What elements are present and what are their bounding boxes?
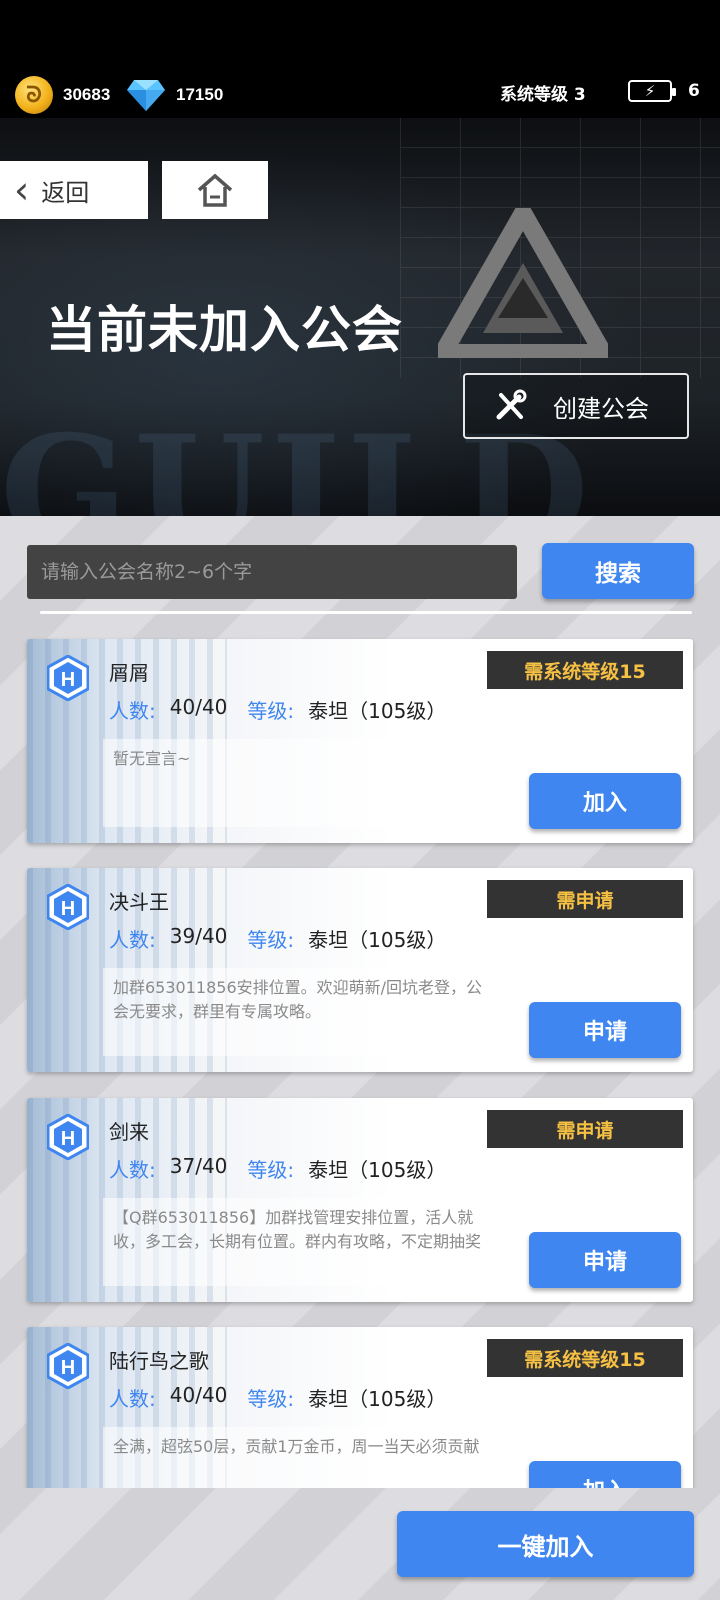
back-label: 返回 <box>41 178 90 207</box>
guild-name: 剑来 <box>109 1120 149 1144</box>
list-divider <box>40 611 692 614</box>
members-label: 人数: <box>109 928 156 952</box>
join-requirement-badge: 需申请 <box>487 1110 683 1148</box>
svg-text:H: H <box>61 669 75 691</box>
members-count: 37/40 <box>169 1154 228 1178</box>
guild-stats: 人数: 40/40 等级: 泰坦（105级） <box>109 695 466 724</box>
members-count: 40/40 <box>169 695 228 719</box>
members-label: 人数: <box>109 699 156 723</box>
guild-card: H 屑屑 人数: 40/40 等级: 泰坦（105级） 需系统等级15 暂无宣言… <box>27 639 693 843</box>
guild-stats: 人数: 40/40 等级: 泰坦（105级） <box>109 1383 466 1412</box>
guild-level: 泰坦（105级） <box>308 1387 447 1411</box>
guild-search-input[interactable] <box>27 545 517 599</box>
system-level: 系统等级 3 <box>500 85 586 105</box>
create-guild-label: 创建公会 <box>553 394 649 423</box>
page-title: 当前未加入公会 <box>46 300 403 359</box>
level-label: 等级: <box>247 1387 295 1411</box>
gold-amount: 30683 <box>63 85 111 104</box>
home-button[interactable] <box>162 161 268 219</box>
svg-text:H: H <box>61 898 75 920</box>
energy-amount: 6 <box>688 81 700 101</box>
back-button[interactable]: ‹ 返回 <box>0 161 148 219</box>
battery-lightning-icon: ⚡ <box>628 80 676 102</box>
guild-declaration: 暂无宣言~ <box>103 739 423 827</box>
join-button[interactable]: 加入 <box>529 773 681 829</box>
guild-list[interactable]: H 屑屑 人数: 40/40 等级: 泰坦（105级） 需系统等级15 暂无宣言… <box>0 616 720 1488</box>
guild-shield-icon: H <box>47 1114 89 1160</box>
join-requirement-badge: 需申请 <box>487 880 683 918</box>
chevron-left-icon: ‹ <box>14 168 30 212</box>
guild-level: 泰坦（105级） <box>308 928 447 952</box>
guild-name: 屑屑 <box>109 661 149 685</box>
guild-card: H 剑来 人数: 37/40 等级: 泰坦（105级） 需申请 【Q群65301… <box>27 1098 693 1302</box>
guild-stats: 人数: 37/40 等级: 泰坦（105级） <box>109 1154 466 1183</box>
one-click-join-button[interactable]: 一键加入 <box>397 1511 694 1577</box>
guild-level: 泰坦（105级） <box>308 1158 447 1182</box>
guild-emblem-icon <box>438 208 608 358</box>
gold-coin-icon: ᘐ <box>15 76 53 114</box>
join-button[interactable]: 加入 <box>529 1461 681 1488</box>
top-status-bar: ᘐ 30683 17150 系统等级 3 ⚡ 6 <box>0 0 720 118</box>
guild-card: H 决斗王 人数: 39/40 等级: 泰坦（105级） 需申请 加群65301… <box>27 868 693 1072</box>
guild-shield-icon: H <box>47 655 89 701</box>
energy-indicator: ⚡ 6 <box>628 80 700 102</box>
home-icon <box>197 173 233 207</box>
members-count: 39/40 <box>169 924 228 948</box>
guild-name: 陆行鸟之歌 <box>109 1349 209 1373</box>
join-requirement-badge: 需系统等级15 <box>487 651 683 689</box>
guild-card: H 陆行鸟之歌 人数: 40/40 等级: 泰坦（105级） 需系统等级15 全… <box>27 1327 693 1488</box>
join-requirement-badge: 需系统等级15 <box>487 1339 683 1377</box>
level-label: 等级: <box>247 699 295 723</box>
level-label: 等级: <box>247 928 295 952</box>
apply-button[interactable]: 申请 <box>529 1002 681 1058</box>
guild-declaration: 加群653011856安排位置。欢迎萌新/回坑老登，公会无要求，群里有专属攻略。 <box>103 968 503 1056</box>
guild-declaration: 全满，超弦50层，贡献1万金币，周一当天必须贡献 <box>103 1427 503 1488</box>
apply-button[interactable]: 申请 <box>529 1232 681 1288</box>
guild-shield-icon: H <box>47 884 89 930</box>
search-button[interactable]: 搜索 <box>542 543 694 599</box>
create-guild-button[interactable]: 创建公会 <box>463 373 689 439</box>
members-label: 人数: <box>109 1158 156 1182</box>
guild-name: 决斗王 <box>109 890 169 914</box>
svg-text:H: H <box>61 1357 75 1379</box>
gold-currency: ᘐ 30683 <box>15 76 111 114</box>
wrench-screwdriver-icon <box>496 389 527 420</box>
members-count: 40/40 <box>169 1383 228 1407</box>
guild-shield-icon: H <box>47 1343 89 1389</box>
diamond-currency: 17150 <box>126 78 223 112</box>
diamond-icon <box>127 80 165 111</box>
guild-level: 泰坦（105级） <box>308 699 447 723</box>
level-label: 等级: <box>247 1158 295 1182</box>
guild-stats: 人数: 39/40 等级: 泰坦（105级） <box>109 924 466 953</box>
svg-text:H: H <box>61 1128 75 1150</box>
diamond-amount: 17150 <box>176 85 224 104</box>
members-label: 人数: <box>109 1387 156 1411</box>
guild-declaration: 【Q群653011856】加群找管理安排位置，活人就收，多工会，长期有位置。群内… <box>103 1198 503 1286</box>
